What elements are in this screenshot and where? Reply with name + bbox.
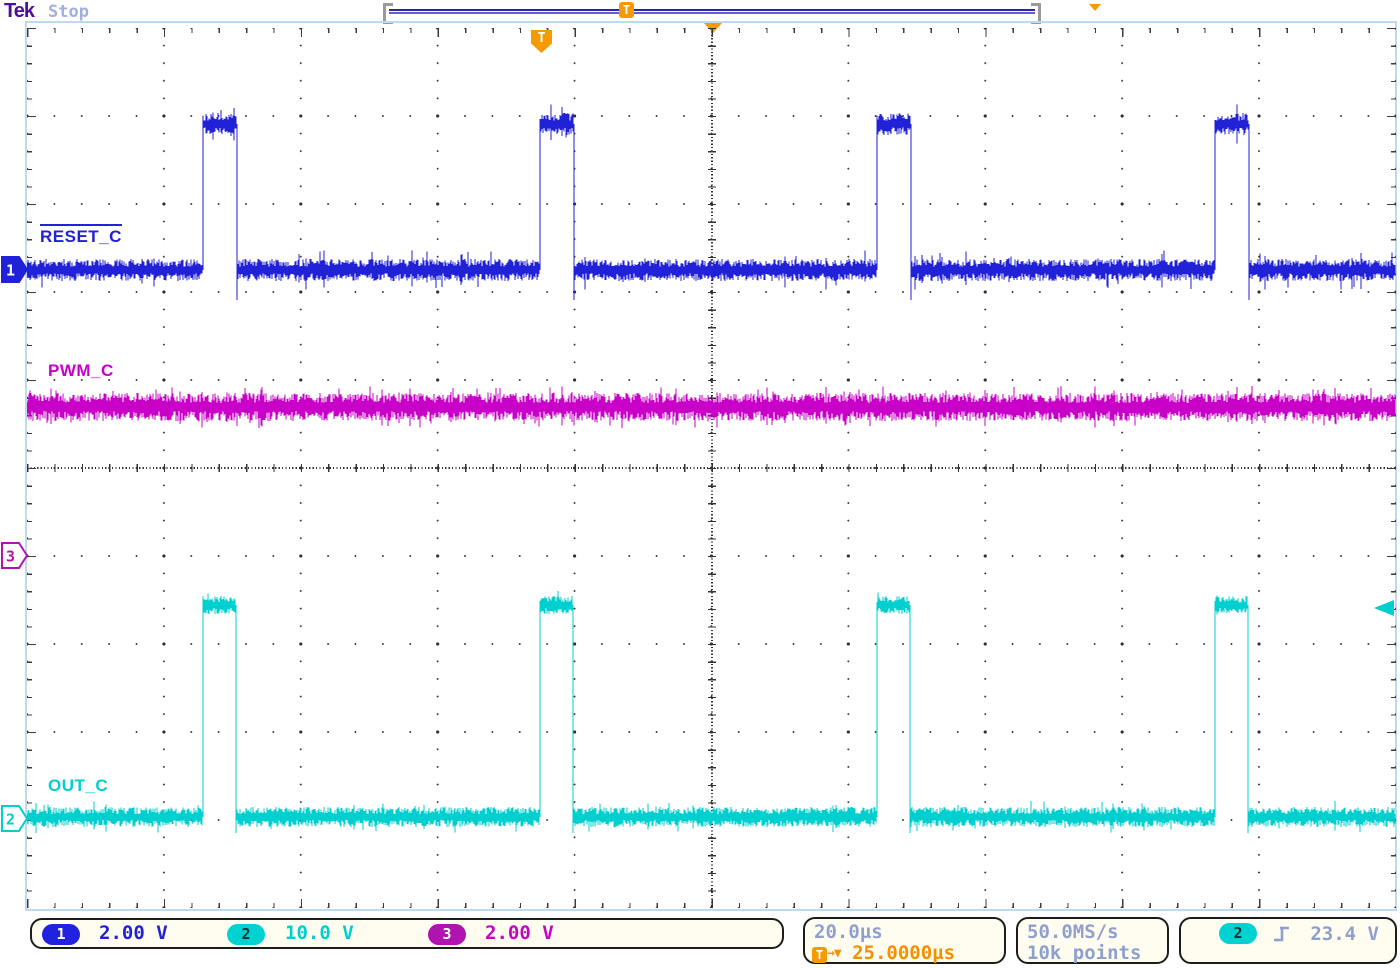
trace-out_c <box>27 591 1395 833</box>
arrow-icon: → <box>827 946 834 961</box>
trigger-flag-label: T <box>538 31 546 46</box>
ch3-reference-marker[interactable]: 3 <box>1 542 28 569</box>
trigger-source-badge[interactable]: 2 <box>1219 923 1257 944</box>
acquisition-status: Stop <box>48 2 89 22</box>
waveform-plot-area <box>27 28 1396 908</box>
svg-text:3: 3 <box>6 548 15 566</box>
rising-edge-icon <box>1273 923 1293 945</box>
timebase-box[interactable]: 20.0µs T→▼ 25.0000µs <box>803 917 1006 964</box>
oscilloscope-screen: Tek Stop T T 1 <box>0 0 1400 968</box>
trace-label-out_c: OUT_C <box>48 776 108 796</box>
record-view-bar[interactable]: T <box>383 3 1041 21</box>
trace-label-pwm_c: PWM_C <box>48 361 114 381</box>
trigger-t-badge-icon: T <box>812 947 827 963</box>
ch1-reference-marker[interactable]: 1 <box>1 256 28 283</box>
ch3-scale-readout: 2.00 V <box>485 922 554 944</box>
trace-pwm_c <box>27 386 1395 428</box>
trigger-level-arrow-icon[interactable] <box>1374 600 1394 616</box>
record-length-readout: 10k points <box>1027 942 1141 964</box>
ch1-badge[interactable]: 1 <box>42 924 80 945</box>
trigger-level-readout: 23.4 V <box>1310 923 1379 945</box>
channel-scales-box[interactable]: 1 2.00 V 2 10.0 V 3 2.00 V <box>30 918 784 949</box>
cursor-triangle-icon: ▼ <box>834 946 841 961</box>
trace-label-reset_c: RESET_C <box>40 224 122 247</box>
trigger-delay-readout: T→▼ 25.0000µs <box>812 942 955 964</box>
record-view-trigger-badge: T <box>619 2 634 18</box>
svg-text:1: 1 <box>6 262 15 280</box>
record-view-position-triangle-icon <box>1089 4 1101 11</box>
waveform-traces <box>27 28 1396 908</box>
ch3-badge[interactable]: 3 <box>428 924 466 945</box>
ch1-scale-readout: 2.00 V <box>99 922 168 944</box>
trigger-readout-box[interactable]: 2 23.4 V <box>1179 917 1397 964</box>
acquisition-box[interactable]: 50.0MS/s 10k points <box>1016 917 1169 964</box>
tek-logo: Tek <box>4 0 34 23</box>
sample-rate-readout: 50.0MS/s <box>1027 921 1119 943</box>
ch2-reference-marker[interactable]: 2 <box>1 805 28 832</box>
trigger-delay-value: 25.0000µs <box>852 942 955 964</box>
ch2-scale-readout: 10.0 V <box>285 922 354 944</box>
record-view-line <box>389 9 1035 14</box>
timebase-scale-readout: 20.0µs <box>814 921 883 943</box>
ch2-badge[interactable]: 2 <box>227 924 265 945</box>
svg-text:2: 2 <box>6 811 15 829</box>
trace-reset_c <box>27 105 1395 300</box>
